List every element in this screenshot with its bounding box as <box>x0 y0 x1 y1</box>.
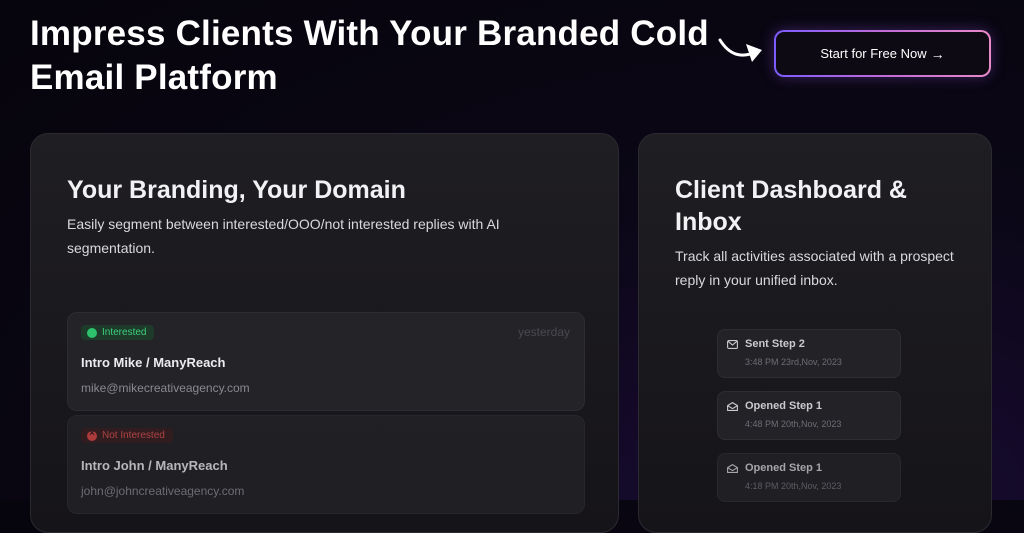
status-badge-interested: Interested <box>81 325 155 340</box>
mail-open-icon <box>727 464 738 473</box>
email-address: john@johncreativeagency.com <box>81 484 245 498</box>
activity-item[interactable]: Opened Step 1 4:18 PM 20th,Nov, 2023 <box>717 453 901 502</box>
arrow-right-icon: → <box>930 45 945 62</box>
activity-title: Opened Step 1 <box>745 400 823 412</box>
branding-card-title: Your Branding, Your Domain <box>67 176 406 204</box>
x-circle-icon <box>87 428 97 441</box>
activity-item[interactable]: Sent Step 2 3:48 PM 23rd,Nov, 2023 <box>717 329 901 378</box>
status-badge-label: Not Interested <box>102 430 165 441</box>
dashboard-card: Client Dashboard & Inbox Track all activ… <box>638 133 992 533</box>
check-circle-icon <box>87 327 97 338</box>
start-free-button[interactable]: Start for Free Now → <box>774 30 991 77</box>
email-time: yesterday <box>517 325 570 339</box>
activity-title: Sent Step 2 <box>745 338 805 350</box>
branding-card-description: Easily segment between interested/OOO/no… <box>67 216 500 256</box>
curved-arrow-icon <box>718 38 762 62</box>
activity-time: 3:48 PM 23rd,Nov, 2023 <box>745 357 842 367</box>
email-list-item[interactable]: Interested yesterday Intro Mike / ManyRe… <box>67 312 585 411</box>
status-badge-label: Interested <box>102 327 147 338</box>
hero-title: Impress Clients With Your Branded Cold E… <box>30 14 709 97</box>
start-free-label: Start for Free Now <box>820 46 927 61</box>
mail-open-icon <box>727 402 738 411</box>
status-badge-not-interested: Not Interested <box>81 428 173 443</box>
activity-title: Opened Step 1 <box>745 462 823 474</box>
email-subject: Intro Mike / ManyReach <box>81 355 226 370</box>
branding-card: Your Branding, Your Domain Easily segmen… <box>30 133 619 533</box>
dashboard-card-title: Client Dashboard & Inbox <box>675 176 907 236</box>
email-subject: Intro John / ManyReach <box>81 458 228 473</box>
email-list-item[interactable]: Not Interested Intro John / ManyReach jo… <box>67 415 585 514</box>
activity-item[interactable]: Opened Step 1 4:48 PM 20th,Nov, 2023 <box>717 391 901 440</box>
dashboard-card-description: Track all activities associated with a p… <box>675 248 954 288</box>
email-address: mike@mikecreativeagency.com <box>81 381 250 395</box>
activity-time: 4:18 PM 20th,Nov, 2023 <box>745 481 842 491</box>
activity-time: 4:48 PM 20th,Nov, 2023 <box>745 419 842 429</box>
mail-icon <box>727 340 738 349</box>
